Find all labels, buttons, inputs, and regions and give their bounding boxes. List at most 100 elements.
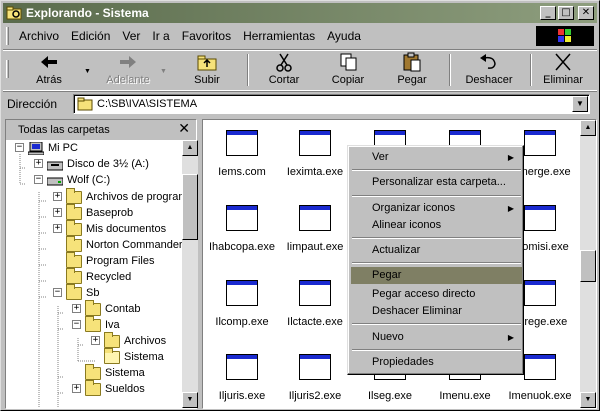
menu-ayuda[interactable]: Ayuda [321,29,367,43]
tree-item-mis-documentos[interactable]: Mis documentos [66,219,166,237]
cm-label: Propiedades [372,356,434,368]
scroll-down-button[interactable]: ▼ [182,392,198,408]
tree-item-mi-pc[interactable]: Mi PC [28,140,78,156]
undo-button[interactable]: Deshacer [461,52,517,90]
forward-arrow-icon [120,56,136,68]
forward-button[interactable]: Adelante [104,52,152,90]
tree-item-wolf-c[interactable]: Wolf (C:) [47,172,110,188]
cm-organizar-iconos[interactable]: Organizar iconos ▶ [351,200,522,217]
exe-file-icon [226,205,258,231]
forward-dropdown-icon[interactable]: ▼ [160,68,167,75]
file-item[interactable]: Iljuris2.exe [278,354,352,408]
file-name: Iljuris.exe [218,390,266,402]
back-button[interactable]: Atrás [33,52,65,90]
scroll-up-button[interactable]: ▲ [182,140,198,156]
file-name: Imenu.exe [439,390,491,402]
cm-propiedades[interactable]: Propiedades [351,354,522,371]
copy-label: Copiar [331,74,365,86]
file-name: Imenuok.exe [508,390,572,402]
tree-expander[interactable]: − [15,143,24,152]
cm-separator [352,262,521,264]
menu-ir-a[interactable]: Ir a [146,29,175,43]
menu-herramientas[interactable]: Herramientas [237,29,321,43]
tree-expander[interactable]: − [34,175,43,184]
folders-pane-title: Todas las carpetas [18,124,110,136]
folder-tree-pane: Todas las carpetas ✕ − Mi PC + Disco de … [5,119,198,409]
tree-item-recycled[interactable]: Recycled [66,267,131,285]
address-input[interactable]: C:\SB\IVA\SISTEMA ▼ [73,94,590,114]
cm-personalizar[interactable]: Personalizar esta carpeta... [351,174,522,191]
scroll-up-button[interactable]: ▲ [580,120,596,136]
tree-expander[interactable]: + [53,208,62,217]
file-item[interactable]: Iimpaut.exe [278,205,352,267]
tree-item-archivos-de-programa[interactable]: Archivos de program [66,187,182,205]
tree-item-label: Mi PC [48,142,78,154]
windows-logo-icon [558,29,571,42]
scroll-down-button[interactable]: ▼ [580,392,596,408]
file-item[interactable]: Iljuris.exe [205,354,279,408]
file-item[interactable]: Ilcomp.exe [205,280,279,342]
file-item[interactable]: Ilctacte.exe [278,280,352,342]
file-item[interactable]: Iems.com [205,130,279,192]
close-pane-icon[interactable]: ✕ [178,121,190,137]
exe-file-icon [226,280,258,306]
back-dropdown-icon[interactable]: ▼ [84,68,91,75]
file-item[interactable]: Ieximta.exe [278,130,352,192]
file-item[interactable]: Ihabcopa.exe [205,205,279,267]
paste-button[interactable]: Pegar [391,52,433,90]
cm-pegar[interactable]: Pegar [351,267,522,284]
tree-expander[interactable]: + [72,384,81,393]
file-name: Ihabcopa.exe [208,241,276,253]
cm-alinear-iconos[interactable]: Alinear iconos [351,217,522,234]
tree-scrollbar[interactable]: ▲ ▼ [182,140,198,408]
tree-expander[interactable]: + [91,336,100,345]
tree-item-norton-commander[interactable]: Norton Commander [66,235,182,253]
tree-item-floppy[interactable]: Disco de 3½ (A:) [47,156,149,172]
address-dropdown-button[interactable]: ▼ [572,96,588,112]
title-bar[interactable]: Explorando - Sistema _ □ ✕ [3,3,597,23]
menu-grip[interactable] [6,27,9,45]
menu-ver[interactable]: Ver [116,29,146,43]
cut-button[interactable]: Cortar [263,52,305,90]
scroll-thumb[interactable] [580,250,596,282]
toolbar-separator [247,54,249,86]
tree-item-sueldos[interactable]: Sueldos [85,379,145,397]
file-scrollbar[interactable]: ▲ ▼ [580,120,596,408]
cm-separator [352,169,521,171]
menu-archivo[interactable]: Archivo [13,29,65,43]
copy-button[interactable]: Copiar [325,52,371,90]
chevron-up-icon: ▲ [186,144,194,151]
explorer-app-icon[interactable] [6,5,22,21]
up-button[interactable]: Subir [189,52,225,90]
tree-expander[interactable]: − [72,320,81,329]
menu-favoritos[interactable]: Favoritos [176,29,237,43]
tree-expander[interactable]: − [53,288,62,297]
scroll-thumb[interactable] [182,174,198,240]
cm-deshacer-eliminar[interactable]: Deshacer Eliminar [351,303,522,320]
maximize-button[interactable]: □ [558,6,574,20]
cm-actualizar[interactable]: Actualizar [351,242,522,259]
tree-item-iva[interactable]: Iva [85,315,120,333]
tree-expander[interactable]: + [34,159,43,168]
tree-item-program-files[interactable]: Program Files [66,251,154,269]
toolbar-grip[interactable] [6,60,9,78]
minimize-button[interactable]: _ [540,6,556,20]
tree-item-label: Sb [86,287,100,299]
tree-expander[interactable]: + [53,224,62,233]
tree-item-sistema-selected[interactable]: Sistema [104,347,164,365]
cm-pegar-acceso-directo[interactable]: Pegar acceso directo [351,286,522,303]
menu-edicion[interactable]: Edición [65,29,116,43]
tree-item-baseprob[interactable]: Baseprob [66,203,133,221]
delete-button[interactable]: Eliminar [541,52,585,90]
cm-ver[interactable]: Ver ▶ [351,149,522,166]
file-name: Iljuris2.exe [288,390,342,402]
tree-expander[interactable]: + [53,192,62,201]
tree-item-sb[interactable]: Sb [66,283,100,301]
close-button[interactable]: ✕ [578,6,594,20]
file-name: Iimpaut.exe [286,241,344,253]
tree-expander[interactable]: + [72,304,81,313]
tree-item-archivos[interactable]: Archivos [104,331,166,349]
exe-file-icon [299,280,331,306]
exe-file-icon [524,280,556,306]
cm-nuevo[interactable]: Nuevo ▶ [351,329,522,346]
